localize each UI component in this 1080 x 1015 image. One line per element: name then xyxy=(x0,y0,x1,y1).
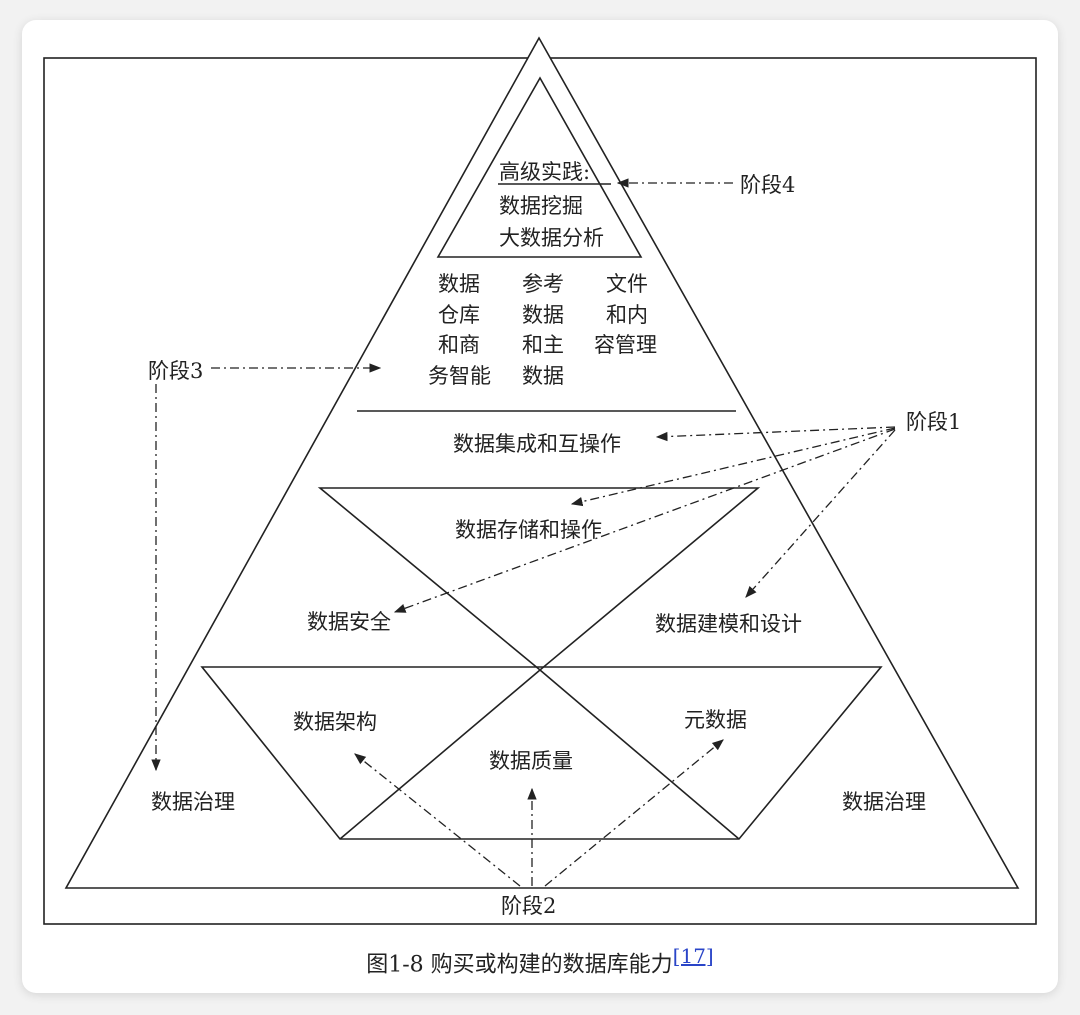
integration-label: 数据集成和互操作 xyxy=(453,432,621,456)
caption-text: 图1-8 购买或构建的数据库能力 xyxy=(366,952,673,978)
storage-label: 数据存储和操作 xyxy=(455,518,602,542)
document-content-line2: 和内 xyxy=(606,303,648,327)
document-content-line1: 文件 xyxy=(606,272,648,296)
top-line-bigdata: 大数据分析 xyxy=(499,226,604,250)
reference-master-line4: 数据 xyxy=(522,364,564,388)
figure-caption: 图1-8 购买或构建的数据库能力[17] xyxy=(0,944,1080,978)
stage1-label: 阶段1 xyxy=(906,410,961,434)
reference-master-line3: 和主 xyxy=(522,333,564,357)
warehouse-bi-line2: 仓库 xyxy=(438,303,480,327)
warehouse-bi-line4: 务智能 xyxy=(428,364,491,388)
caption-reference-link[interactable]: [17] xyxy=(673,944,714,968)
document-content-line3: 容管理 xyxy=(594,333,657,357)
metadata-label: 元数据 xyxy=(684,708,747,732)
governance-right-label: 数据治理 xyxy=(842,790,926,814)
security-label: 数据安全 xyxy=(307,610,391,634)
reference-master-line2: 数据 xyxy=(522,303,564,327)
capability-pyramid-diagram: 高级实践: 数据挖掘 大数据分析 阶段4 阶段3 阶段1 阶段2 数据 仓库 和… xyxy=(43,36,1037,925)
quality-label: 数据质量 xyxy=(489,749,573,773)
modeling-label: 数据建模和设计 xyxy=(655,612,802,636)
reference-master-line1: 参考 xyxy=(522,272,564,296)
warehouse-bi-line1: 数据 xyxy=(438,272,480,296)
top-line-mining: 数据挖掘 xyxy=(499,194,583,218)
stage2-label: 阶段2 xyxy=(501,894,556,918)
warehouse-bi-line3: 和商 xyxy=(438,333,480,357)
governance-left-label: 数据治理 xyxy=(151,790,235,814)
architecture-label: 数据架构 xyxy=(293,710,377,734)
top-heading: 高级实践: xyxy=(499,160,590,184)
stage4-label: 阶段4 xyxy=(740,173,795,197)
stage3-label: 阶段3 xyxy=(148,359,203,383)
